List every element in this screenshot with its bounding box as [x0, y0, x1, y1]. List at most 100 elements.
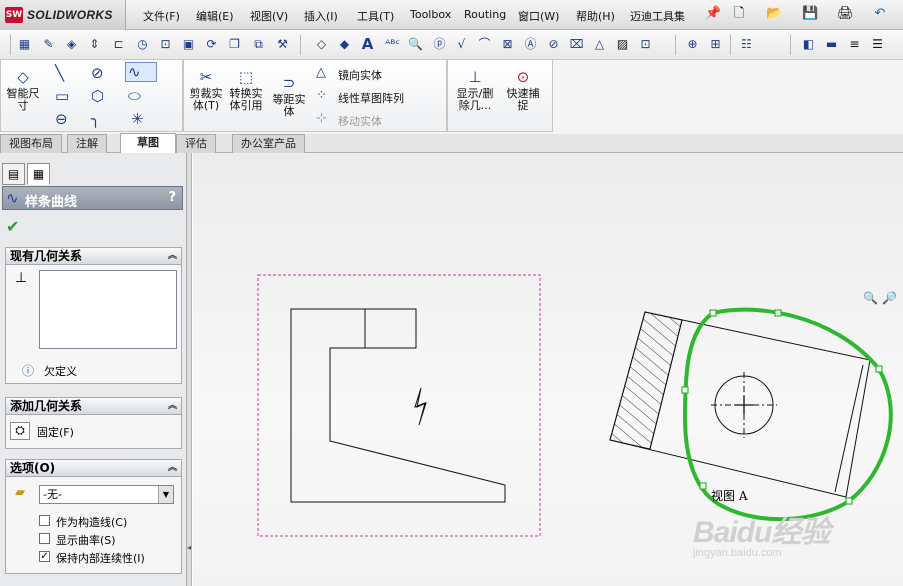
- polygon-icon[interactable]: ⬡: [91, 87, 104, 105]
- geometric-tolerance-icon[interactable]: ⊘: [545, 36, 562, 53]
- line-color-icon[interactable]: ▬: [823, 36, 840, 53]
- hatch-icon[interactable]: ▨: [614, 36, 631, 53]
- tab-view-layout[interactable]: 视图布局: [0, 134, 62, 153]
- center-mark-icon[interactable]: ⊕: [684, 36, 701, 53]
- dimension-icon[interactable]: ◇: [313, 36, 330, 53]
- relations-listbox[interactable]: [39, 270, 177, 349]
- circle-icon[interactable]: ⊘: [91, 64, 104, 82]
- rectangle-icon[interactable]: ▭: [55, 87, 69, 105]
- datum-target-icon[interactable]: Ⓐ: [522, 36, 539, 53]
- check-mark-icon[interactable]: √: [453, 36, 470, 53]
- new-document-icon[interactable]: 🗋: [731, 6, 747, 22]
- spline-tool-icon[interactable]: ∿: [125, 62, 157, 82]
- existing-relations-header[interactable]: 现有几何关系 ︽: [6, 248, 181, 265]
- spline-point[interactable]: [845, 497, 853, 505]
- splitter-grip-icon[interactable]: ◂: [187, 543, 191, 552]
- spell-check-icon[interactable]: ᴬᴮᶜ: [384, 36, 401, 53]
- menu-view[interactable]: 视图(V): [250, 8, 288, 24]
- show-delete-relations-button[interactable]: ⊥ 显示/删除几...: [453, 68, 497, 112]
- ellipse-icon[interactable]: ⬭: [128, 87, 141, 105]
- sketch-icon[interactable]: ✎: [40, 36, 57, 53]
- property-manager-tab-icon[interactable]: ▦: [27, 163, 50, 185]
- construction-checkbox[interactable]: [39, 515, 50, 526]
- mirror-icon[interactable]: △: [316, 64, 326, 82]
- surface-finish-icon[interactable]: ⌒: [476, 36, 493, 53]
- table-icon[interactable]: ☷: [738, 36, 755, 53]
- menu-toolbox[interactable]: Toolbox: [410, 8, 451, 21]
- undo-icon[interactable]: ↶: [872, 6, 888, 22]
- layer-select[interactable]: -无- ▼: [39, 485, 174, 504]
- spot-icon[interactable]: ◆: [336, 36, 353, 53]
- fix-relation-icon[interactable]: ⛭: [10, 422, 30, 440]
- point-icon[interactable]: ✳: [131, 110, 144, 128]
- check-sketch-icon[interactable]: ⊡: [157, 36, 174, 53]
- menu-maidi-tools[interactable]: 迈迪工具集: [630, 8, 685, 24]
- offset-entities-button[interactable]: ⊃ 等距实体: [271, 74, 307, 118]
- collapse-icon[interactable]: ︽: [168, 248, 177, 264]
- menu-edit[interactable]: 编辑(E): [196, 8, 234, 24]
- fillet-icon[interactable]: ╮: [91, 110, 100, 128]
- move-entity-icon[interactable]: ⇕: [86, 36, 103, 53]
- slot-icon[interactable]: ⊖: [55, 110, 68, 128]
- linear-pattern-button[interactable]: 线性草图阵列: [338, 90, 404, 106]
- spline-point[interactable]: [699, 482, 707, 490]
- section-edge[interactable]: [834, 364, 864, 493]
- copy-icon[interactable]: ❐: [226, 36, 243, 53]
- grid-icon[interactable]: ▦: [16, 36, 33, 53]
- panel-splitter[interactable]: ◂: [187, 153, 192, 586]
- menu-insert[interactable]: 插入(I): [304, 8, 338, 24]
- centerline-icon[interactable]: ⊞: [707, 36, 724, 53]
- line-icon[interactable]: ╲: [55, 64, 64, 82]
- chevron-down-icon[interactable]: ▼: [158, 486, 173, 503]
- menu-window[interactable]: 窗口(W): [518, 8, 559, 24]
- save-icon[interactable]: 💾: [802, 6, 818, 22]
- menu-file[interactable]: 文件(F): [143, 8, 180, 24]
- linear-pattern-icon[interactable]: ⁘: [316, 87, 327, 105]
- tool-icon[interactable]: ⚒: [274, 36, 291, 53]
- menu-tools[interactable]: 工具(T): [357, 8, 394, 24]
- view-boundary[interactable]: [257, 274, 541, 537]
- datum-icon[interactable]: ⊠: [499, 36, 516, 53]
- fix-relation-button[interactable]: 固定(F): [37, 424, 74, 440]
- balloon-icon[interactable]: ⓟ: [431, 36, 448, 53]
- ok-check-button[interactable]: ✔: [6, 217, 19, 236]
- open-folder-icon[interactable]: 📂: [766, 6, 782, 22]
- feature-manager-tab-icon[interactable]: ▤: [2, 163, 25, 185]
- hatched-region[interactable]: [609, 311, 683, 450]
- collapse-icon[interactable]: ︽: [168, 398, 177, 414]
- spline-point[interactable]: [875, 365, 883, 373]
- help-button[interactable]: ?: [168, 190, 176, 205]
- part-profile[interactable]: [290, 308, 506, 503]
- keep-continuity-checkbox[interactable]: ✓: [39, 551, 50, 562]
- line-thickness-icon[interactable]: ≡: [846, 36, 863, 53]
- spline-point[interactable]: [681, 386, 689, 394]
- tab-office-products[interactable]: 办公室产品: [232, 134, 305, 153]
- mirror-entities-button[interactable]: 镜向实体: [338, 67, 382, 83]
- scale-icon[interactable]: ⧉: [250, 36, 267, 53]
- print-icon[interactable]: 🖨: [837, 6, 854, 22]
- show-curvature-checkbox[interactable]: [39, 533, 50, 544]
- tab-evaluate[interactable]: 评估: [176, 134, 216, 153]
- tab-sketch[interactable]: 草图: [120, 133, 176, 154]
- options-header[interactable]: 选项(O) ︽: [6, 460, 181, 477]
- collapse-icon[interactable]: ︽: [168, 460, 177, 476]
- menu-routing[interactable]: Routing: [464, 8, 506, 21]
- layers-icon[interactable]: ◧: [800, 36, 817, 53]
- pin-icon[interactable]: 📌: [705, 6, 721, 22]
- 3d-sketch-icon[interactable]: ◈: [63, 36, 80, 53]
- line-style-icon[interactable]: ☰: [869, 36, 886, 53]
- block-icon[interactable]: ▣: [180, 36, 197, 53]
- spline-point[interactable]: [709, 309, 717, 317]
- text-icon[interactable]: A: [359, 36, 376, 53]
- note-icon[interactable]: ⊡: [637, 36, 654, 53]
- weld-icon[interactable]: ⌧: [568, 36, 585, 53]
- convert-entities-button[interactable]: ⬚ 转换实体引用: [226, 68, 266, 112]
- rotate-icon[interactable]: ⟳: [203, 36, 220, 53]
- solidworks-logo[interactable]: SW SOLIDWORKS: [0, 0, 126, 30]
- smart-dimension-button[interactable]: ◇ 智能尺寸: [5, 68, 41, 112]
- menu-help[interactable]: 帮助(H): [576, 8, 615, 24]
- add-relations-header[interactable]: 添加几何关系 ︽: [6, 398, 181, 415]
- zoom-find-icon[interactable]: 🔍: [407, 36, 424, 53]
- arc-icon[interactable]: ◷: [134, 36, 151, 53]
- trim-entities-button[interactable]: ✂ 剪裁实体(T): [188, 68, 224, 112]
